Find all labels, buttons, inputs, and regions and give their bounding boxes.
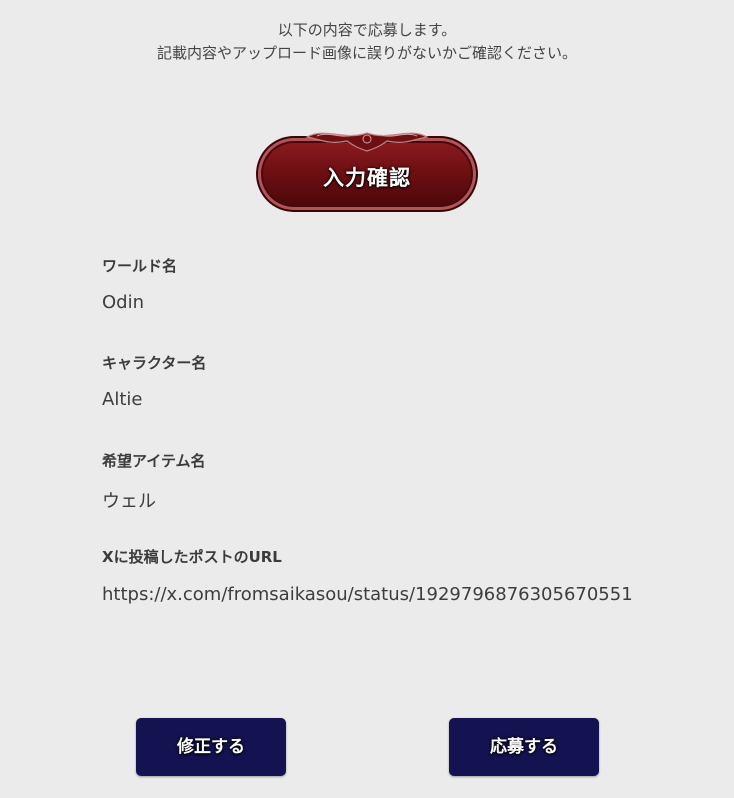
fix-button[interactable]: 修正する xyxy=(136,718,286,776)
character-name-value: Altie xyxy=(102,389,143,410)
intro-line-2: 記載内容やアップロード画像に誤りがないかご確認ください。 xyxy=(156,44,577,62)
post-url-value: https://x.com/fromsaikasou/status/192979… xyxy=(102,584,633,605)
apply-button[interactable]: 応募する xyxy=(449,718,599,776)
world-name-label: ワールド名 xyxy=(102,257,178,275)
intro-line-1: 以下の内容で応募します。 xyxy=(277,21,457,39)
confirm-heading-badge: 入力確認 xyxy=(255,127,479,213)
character-name-label: キャラクター名 xyxy=(102,354,207,372)
badge-title: 入力確認 xyxy=(323,166,411,190)
intro-text: 以下の内容で応募します。 記載内容やアップロード画像に誤りがないかご確認ください… xyxy=(0,19,734,65)
item-name-value: ウェル xyxy=(102,491,156,512)
world-name-value: Odin xyxy=(102,292,145,313)
post-url-label: Xに投稿したポストのURL xyxy=(102,548,282,566)
item-name-label: 希望アイテム名 xyxy=(102,452,206,470)
